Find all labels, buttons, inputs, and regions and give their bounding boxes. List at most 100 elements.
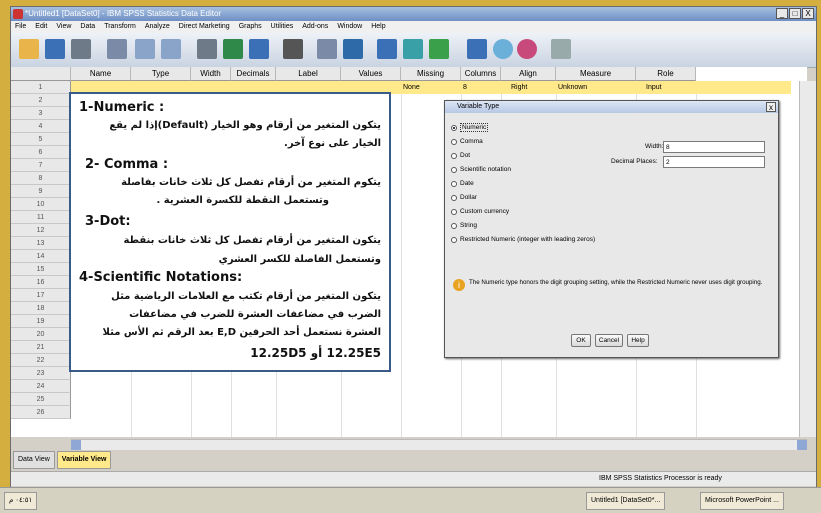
menu-view[interactable]: View xyxy=(56,21,71,33)
print-icon[interactable] xyxy=(71,39,91,59)
col-values[interactable]: Values xyxy=(341,67,401,81)
dialog-close-button[interactable]: x xyxy=(766,102,776,112)
taskbar-powerpoint[interactable]: Microsoft PowerPoint ... xyxy=(700,492,784,510)
col-width[interactable]: Width xyxy=(191,67,231,81)
cell-columns[interactable]: 8 xyxy=(461,81,467,94)
cancel-button[interactable]: Cancel xyxy=(595,334,623,347)
weight-cases-icon[interactable] xyxy=(403,39,423,59)
maximize-button[interactable]: □ xyxy=(789,8,801,19)
row-number[interactable]: 20 xyxy=(11,328,71,341)
row-number[interactable]: 26 xyxy=(11,406,71,419)
row-number[interactable]: 5 xyxy=(11,133,71,146)
row-number[interactable]: 7 xyxy=(11,159,71,172)
goto-case-icon[interactable] xyxy=(197,39,217,59)
row-number[interactable]: 15 xyxy=(11,263,71,276)
row-number[interactable]: 8 xyxy=(11,172,71,185)
row-number[interactable]: 19 xyxy=(11,315,71,328)
find-icon[interactable] xyxy=(283,39,303,59)
radio-date[interactable]: Date xyxy=(451,180,474,187)
split-file-icon[interactable] xyxy=(377,39,397,59)
decimal-places-field[interactable]: 2 xyxy=(663,156,765,168)
row-number[interactable]: 6 xyxy=(11,146,71,159)
ok-button[interactable]: OK xyxy=(571,334,591,347)
row-number[interactable]: 12 xyxy=(11,224,71,237)
menu-addons[interactable]: Add-ons xyxy=(302,21,328,33)
col-role[interactable]: Role xyxy=(636,67,696,81)
row-number[interactable]: 21 xyxy=(11,341,71,354)
save-icon[interactable] xyxy=(45,39,65,59)
dialog-recall-icon[interactable] xyxy=(107,39,127,59)
row-number[interactable]: 9 xyxy=(11,185,71,198)
insert-variable-icon[interactable] xyxy=(343,39,363,59)
horizontal-scrollbar[interactable] xyxy=(71,439,807,450)
cell-align[interactable]: Right xyxy=(501,81,527,94)
menu-file[interactable]: File xyxy=(15,21,26,33)
undo-icon[interactable] xyxy=(135,39,155,59)
row-number[interactable]: 1 xyxy=(11,81,71,94)
radio-icon xyxy=(451,180,457,187)
menu-analyze[interactable]: Analyze xyxy=(145,21,170,33)
radio-numeric[interactable]: Numeric xyxy=(451,123,489,132)
vertical-scrollbar[interactable] xyxy=(799,81,816,437)
row-number[interactable]: 11 xyxy=(11,211,71,224)
col-label[interactable]: Label xyxy=(276,67,341,81)
radio-scientific[interactable]: Scientific notation xyxy=(451,166,511,173)
width-field[interactable]: 8 xyxy=(663,141,765,153)
help-button[interactable]: Help xyxy=(627,334,649,347)
col-name[interactable]: Name xyxy=(71,67,131,81)
menu-transform[interactable]: Transform xyxy=(104,21,136,33)
minimize-button[interactable]: _ xyxy=(776,8,788,19)
row-number[interactable]: 16 xyxy=(11,276,71,289)
scroll-right-icon[interactable] xyxy=(797,440,807,450)
value-labels-icon[interactable] xyxy=(467,39,487,59)
menu-direct-marketing[interactable]: Direct Marketing xyxy=(179,21,230,33)
cell-missing[interactable]: None xyxy=(401,81,420,94)
close-button[interactable]: X xyxy=(802,8,814,19)
scroll-left-icon[interactable] xyxy=(71,440,81,450)
col-type[interactable]: Type xyxy=(131,67,191,81)
variables-icon[interactable] xyxy=(249,39,269,59)
tab-variable-view[interactable]: Variable View xyxy=(56,451,112,469)
radio-comma[interactable]: Comma xyxy=(451,138,483,145)
row-number[interactable]: 17 xyxy=(11,289,71,302)
menu-help[interactable]: Help xyxy=(371,21,385,33)
menu-window[interactable]: Window xyxy=(337,21,362,33)
tab-data-view[interactable]: Data View xyxy=(13,451,55,469)
col-missing[interactable]: Missing xyxy=(401,67,461,81)
show-all-variables-icon[interactable] xyxy=(517,39,537,59)
cell-measure[interactable]: Unknown xyxy=(556,81,587,94)
row-number[interactable]: 23 xyxy=(11,367,71,380)
insert-cases-icon[interactable] xyxy=(317,39,337,59)
menu-graphs[interactable]: Graphs xyxy=(239,21,262,33)
radio-dot[interactable]: Dot xyxy=(451,152,470,159)
spell-check-icon[interactable] xyxy=(551,39,571,59)
col-align[interactable]: Align xyxy=(501,67,556,81)
goto-variable-icon[interactable] xyxy=(223,39,243,59)
row-number[interactable]: 4 xyxy=(11,120,71,133)
menu-utilities[interactable]: Utilities xyxy=(271,21,294,33)
radio-restricted-numeric[interactable]: Restricted Numeric (integer with leading… xyxy=(451,236,595,243)
row-number[interactable]: 18 xyxy=(11,302,71,315)
row-number[interactable]: 2 xyxy=(11,94,71,107)
row-number[interactable]: 13 xyxy=(11,237,71,250)
taskbar-spss[interactable]: Untitled1 [DataSet0*... xyxy=(586,492,666,510)
col-measure[interactable]: Measure xyxy=(556,67,636,81)
row-number[interactable]: 3 xyxy=(11,107,71,120)
row-number[interactable]: 14 xyxy=(11,250,71,263)
redo-icon[interactable] xyxy=(161,39,181,59)
menu-edit[interactable]: Edit xyxy=(35,21,47,33)
radio-dollar[interactable]: Dollar xyxy=(451,194,477,201)
col-decimals[interactable]: Decimals xyxy=(231,67,276,81)
select-cases-icon[interactable] xyxy=(429,39,449,59)
cell-role[interactable]: Input xyxy=(636,81,662,94)
open-icon[interactable] xyxy=(19,39,39,59)
row-number[interactable]: 25 xyxy=(11,393,71,406)
row-number[interactable]: 22 xyxy=(11,354,71,367)
use-variable-sets-icon[interactable] xyxy=(493,39,513,59)
col-columns[interactable]: Columns xyxy=(461,67,501,81)
radio-string[interactable]: String xyxy=(451,222,477,229)
radio-custom-currency[interactable]: Custom currency xyxy=(451,208,509,215)
menu-data[interactable]: Data xyxy=(80,21,95,33)
row-number[interactable]: 24 xyxy=(11,380,71,393)
row-number[interactable]: 10 xyxy=(11,198,71,211)
